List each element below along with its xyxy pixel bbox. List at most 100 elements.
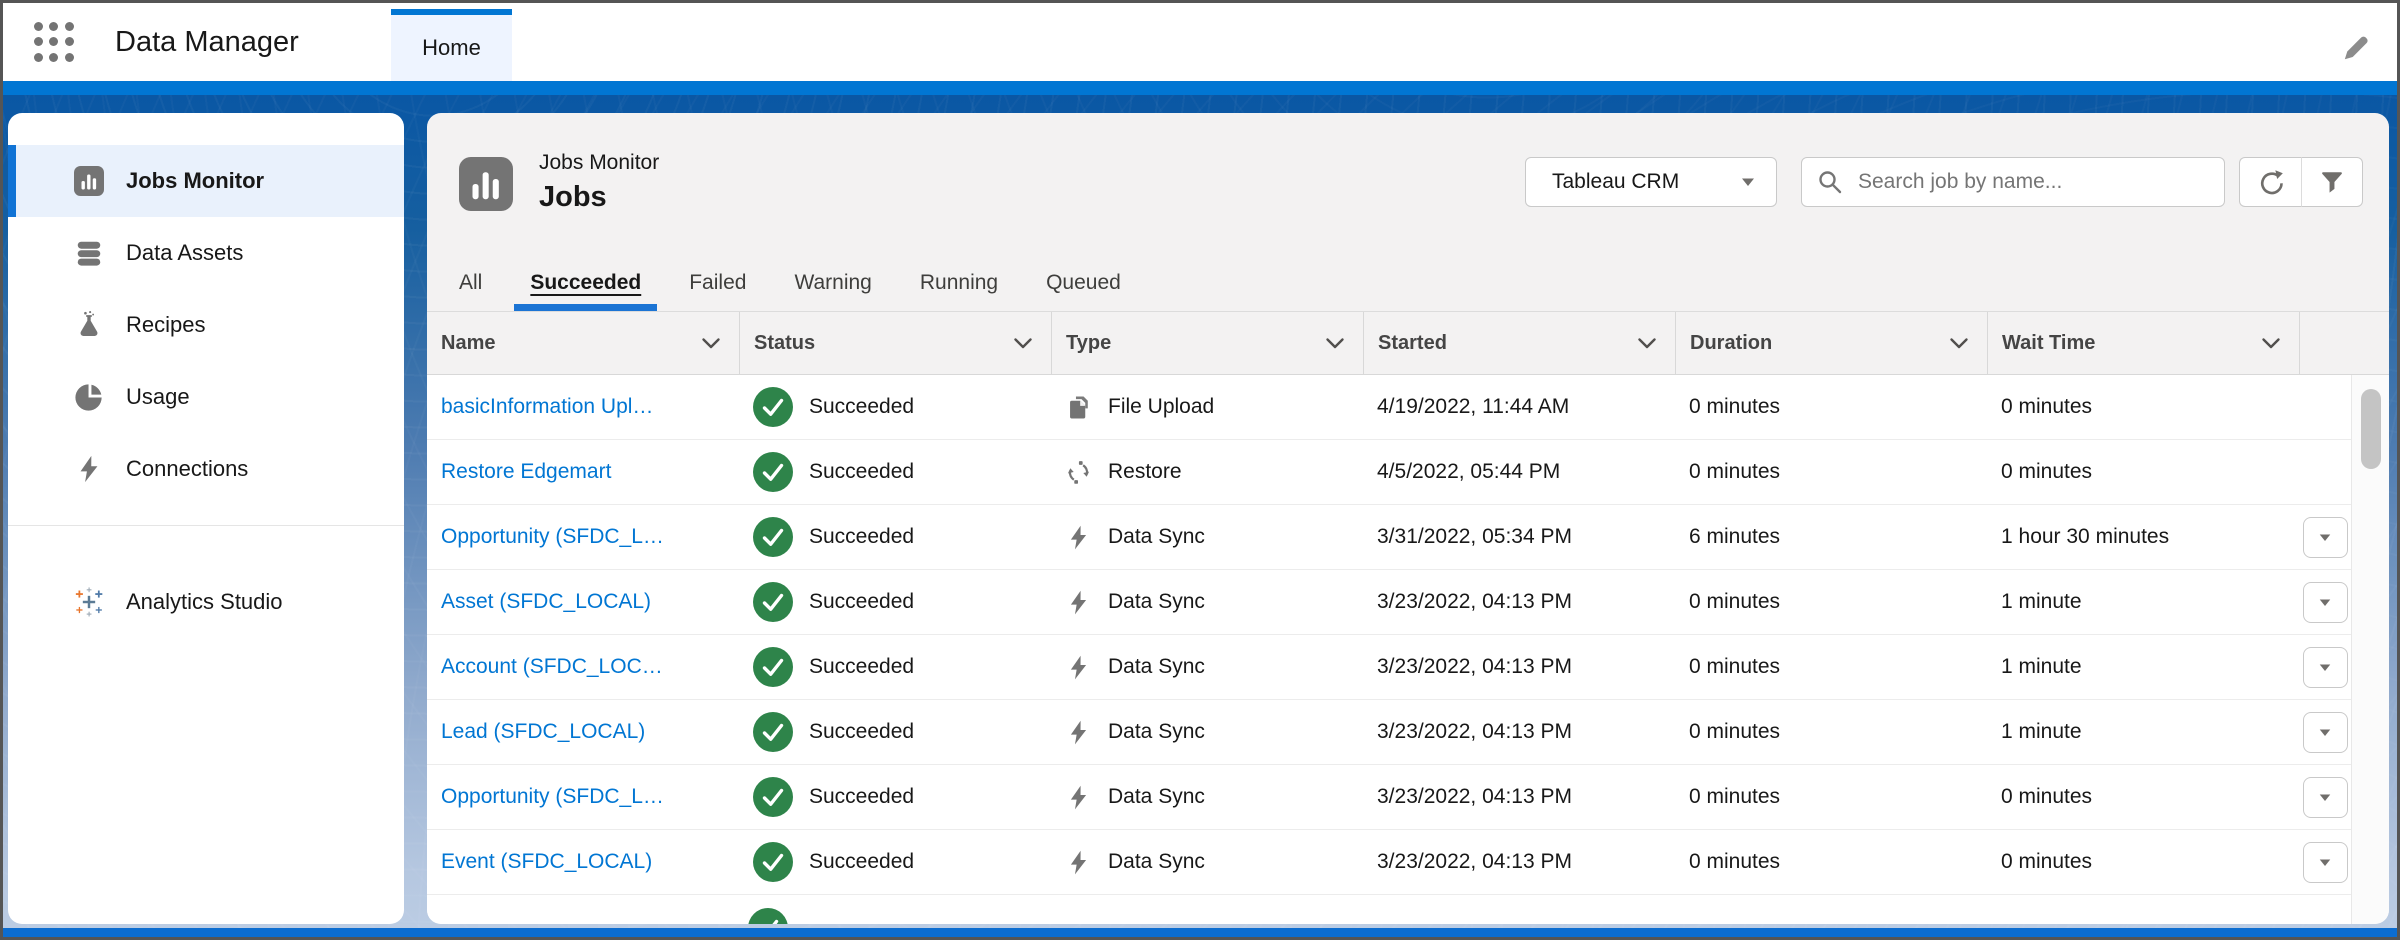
tab-running[interactable]: Running [920,255,998,311]
table-row: Restore Edgemart Succeeded Restore 4/5/2… [427,440,2351,505]
job-duration-cell: 0 minutes [1675,720,1987,744]
table-row: Lead (SFDC_LOCAL) Succeeded Data Sync 3/… [427,700,2351,765]
job-status-label: Succeeded [809,785,914,809]
job-duration-cell: 0 minutes [1675,655,1987,679]
tab-queued[interactable]: Queued [1046,255,1121,311]
app-launcher-icon[interactable] [33,21,75,63]
table-row: Opportunity (SFDC_L… Succeeded Data Sync… [427,765,2351,830]
job-duration-cell: 0 minutes [1675,395,1987,419]
chevron-down-icon [1637,337,1657,350]
job-name-link[interactable]: Account (SFDC_LOC… [441,655,663,678]
job-type-cell: Data Sync [1051,719,1363,746]
job-name-cell: Opportunity (SFDC_L… [427,525,739,549]
table-row: Event (SFDC_LOCAL) Succeeded Data Sync 3… [427,830,2351,895]
job-status-label: Succeeded [809,395,914,419]
caret-down-icon [2318,857,2332,868]
job-status-label: Succeeded [809,720,914,744]
job-name-link[interactable]: Opportunity (SFDC_L… [441,525,664,548]
column-header-duration[interactable]: Duration [1675,312,1987,374]
job-status-label: Succeeded [809,525,914,549]
job-type-cell: Restore [1051,459,1363,486]
job-name-link[interactable]: Restore Edgemart [441,460,611,483]
app-selector-value: Tableau CRM [1552,170,1679,194]
vertical-scrollbar[interactable] [2351,375,2389,924]
partial-table-row [427,895,2351,924]
job-status-cell: Succeeded [739,582,1051,622]
search-input[interactable] [1801,157,2225,207]
row-action-dropdown-button[interactable] [2303,647,2348,688]
job-type-icon [1065,654,1092,681]
brand-strip [3,81,2397,95]
job-actions-cell [2299,842,2351,883]
job-name-link[interactable]: basicInformation Upl… [441,395,653,418]
sidebar-item-label: Analytics Studio [126,589,283,615]
sidebar-item-icon [74,454,104,484]
job-actions-cell [2299,517,2351,558]
job-type-icon [1065,719,1092,746]
global-header: Data Manager Home [3,3,2397,81]
chevron-down-icon [1325,337,1345,350]
job-name-cell: Account (SFDC_LOC… [427,655,739,679]
job-name-link[interactable]: Asset (SFDC_LOCAL) [441,590,651,613]
row-action-dropdown-button[interactable] [2303,517,2348,558]
sidebar-item-recipes[interactable]: Recipes [8,289,404,361]
job-type-label: Data Sync [1108,850,1205,874]
sidebar-nav: Jobs Monitor Data Assets Recipes Usage C… [8,145,404,505]
column-header-started[interactable]: Started [1363,312,1675,374]
job-wait-time-cell: 0 minutes [1987,785,2299,809]
job-actions-cell [2299,582,2351,623]
filter-button[interactable] [2301,157,2363,207]
sidebar-item-analytics-studio[interactable]: Analytics Studio [8,566,404,638]
row-action-dropdown-button[interactable] [2303,777,2348,818]
chevron-down-icon [2261,337,2281,350]
job-type-cell: Data Sync [1051,524,1363,551]
scrollbar-thumb[interactable] [2361,389,2381,469]
job-type-icon [1065,459,1092,486]
sidebar-item-usage[interactable]: Usage [8,361,404,433]
caret-down-icon [2318,792,2332,803]
column-header-status[interactable]: Status [739,312,1051,374]
success-status-icon [753,647,793,687]
sidebar-item-jobs-monitor[interactable]: Jobs Monitor [8,145,404,217]
tab-failed[interactable]: Failed [689,255,746,311]
job-name-link[interactable]: Opportunity (SFDC_L… [441,785,664,808]
sidebar-divider [8,525,404,526]
column-header-wait-time[interactable]: Wait Time [1987,312,2299,374]
job-name-link[interactable]: Event (SFDC_LOCAL) [441,850,652,873]
job-name-cell: Event (SFDC_LOCAL) [427,850,739,874]
job-started-cell: 3/31/2022, 05:34 PM [1363,525,1675,549]
row-action-dropdown-button[interactable] [2303,712,2348,753]
refresh-button[interactable] [2239,157,2301,207]
tab-succeeded[interactable]: Succeeded [530,255,641,311]
table-row: basicInformation Upl… Succeeded File Upl… [427,375,2351,440]
sidebar-item-data-assets[interactable]: Data Assets [8,217,404,289]
jobs-panel: Jobs Monitor Jobs Tableau CRM [427,113,2389,924]
sidebar-item-label: Connections [126,456,248,482]
job-status-cell: Succeeded [739,517,1051,557]
sidebar-item-connections[interactable]: Connections [8,433,404,505]
job-name-cell: Asset (SFDC_LOCAL) [427,590,739,614]
job-status-label: Succeeded [809,850,914,874]
app-selector-dropdown[interactable]: Tableau CRM [1525,157,1777,207]
row-action-dropdown-button[interactable] [2303,842,2348,883]
tab-all[interactable]: All [459,255,482,311]
column-header-label: Type [1066,332,1111,355]
column-header-type[interactable]: Type [1051,312,1363,374]
row-action-dropdown-button[interactable] [2303,582,2348,623]
workspace-background: Jobs Monitor Data Assets Recipes Usage C… [3,95,2397,937]
sidebar-item-icon [74,310,104,340]
job-name-link[interactable]: Lead (SFDC_LOCAL) [441,720,645,743]
job-status-cell: Succeeded [739,842,1051,882]
tab-warning[interactable]: Warning [794,255,871,311]
column-header-label: Duration [1690,332,1772,355]
chevron-down-icon [1949,337,1969,350]
job-actions-cell [2299,777,2351,818]
status-tab-label: Failed [689,271,746,295]
job-started-cell: 3/23/2022, 04:13 PM [1363,720,1675,744]
column-header-label: Started [1378,332,1447,355]
tab-home[interactable]: Home [391,9,512,81]
edit-pencil-icon[interactable] [2337,27,2377,67]
column-header-name[interactable]: Name [427,312,739,374]
sidebar: Jobs Monitor Data Assets Recipes Usage C… [8,113,404,924]
table-row: Account (SFDC_LOC… Succeeded Data Sync 3… [427,635,2351,700]
